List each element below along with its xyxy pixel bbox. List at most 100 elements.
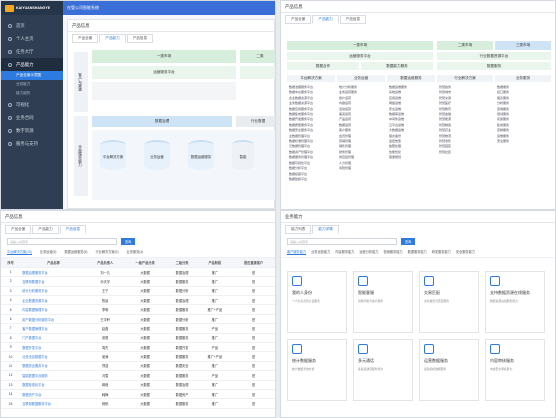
table-row[interactable]: 13 数据标准化平台 蒋峰 大数据 数据治理 推广是 [1, 380, 275, 390]
category-tab[interactable]: 客户服务能力 [287, 249, 307, 255]
table-row[interactable]: 14 数据资产平台 韩梅 大数据 数据资产 推广是 [1, 389, 275, 400]
tab-info[interactable]: 产品信息 [126, 34, 154, 43]
tab-info[interactable]: 产品信息 [339, 15, 367, 24]
category-tab[interactable]: 业务运营能力 [311, 249, 330, 255]
table-cell: 大数据 [123, 398, 167, 409]
tab-list[interactable]: 能力列表 [285, 225, 312, 234]
capability-item[interactable]: 风险管理 [339, 166, 385, 171]
product-name-link[interactable]: 企业数据资源平台 [20, 295, 87, 306]
sidebar-item-visualize[interactable]: 可视化 [1, 98, 63, 111]
table-row[interactable]: 10 业务全息数据平台 吴涛 大数据 数据服务 推广+产品是 [1, 351, 275, 362]
capability-card[interactable]: 交易匹配 交易撮合与匹配服务 [419, 271, 479, 333]
table-row[interactable]: 8 门户数据平台 张丽 大数据 数据服务 推广是 [1, 333, 275, 344]
category-tab[interactable]: 业务运营(6) [40, 249, 57, 255]
table-row[interactable]: 3 统计分析服务平台 王宁 大数据 数据分析 推广是 [1, 286, 275, 297]
column-header[interactable]: 序号 [1, 258, 21, 268]
sidebar-item-home[interactable]: 首页 [1, 19, 63, 32]
product-name-link[interactable]: 互联网数据服务平台 [20, 398, 87, 409]
capability-card[interactable]: 智能客服 智能问答与客户服务 [353, 271, 413, 333]
tab-capability[interactable]: 产品能力 [99, 34, 126, 43]
product-name-link[interactable]: 数据治理服务平台 [20, 267, 87, 278]
capability-icon [358, 344, 368, 354]
category-tab[interactable]: 内容服务能力 [335, 249, 354, 255]
sidebar-item-contracts[interactable]: 业务合同 [1, 111, 63, 124]
search-input[interactable]: 请输入关键字 [287, 238, 397, 245]
search-button[interactable]: 查询 [401, 238, 415, 245]
table-row[interactable]: 12 智能数据中台服务 冯雪 大数据 数据服务 产品是 [1, 370, 275, 381]
table-cell: 是 [232, 380, 275, 390]
column-header[interactable]: 产品负责人 [86, 258, 124, 268]
product-name-link[interactable]: 用户数据分析服务平台 [20, 314, 87, 325]
category-tab[interactable]: 平台解决方案(15) [7, 249, 32, 255]
sidebar-subitem-components[interactable]: 能力组件 [1, 89, 63, 98]
column-header[interactable]: 产品名称 [20, 258, 87, 268]
table-cell: 1 [1, 267, 21, 278]
category-tab[interactable]: 安全服务能力 [456, 249, 475, 255]
capability-item[interactable]: 智慧社区 [439, 150, 493, 155]
search-button[interactable]: 查询 [121, 238, 135, 245]
product-name-link[interactable]: 互联网数据平台 [20, 276, 87, 287]
sidebar-subitem-capability[interactable]: 业务能力 [1, 80, 63, 89]
capability-card[interactable]: 运营数据服务 运营指标数据服务 [419, 339, 479, 401]
product-name-link[interactable]: 门户数据平台 [20, 333, 87, 344]
category-tab[interactable]: 数据运维服务(5) [64, 249, 87, 255]
capability-card[interactable]: 多元通话 多渠道通话服务能力 [353, 339, 413, 401]
sidebar-item-support[interactable]: 服务与支持 [1, 137, 63, 150]
table-row[interactable]: 15 互联网数据服务平台 杨帆 大数据 数据服务 推广是 [1, 398, 275, 409]
table-row[interactable]: 9 数据开发平台 周杰 大数据 数据开发 产品是 [1, 342, 275, 353]
sidebar-item-profile[interactable]: 个人主页 [1, 32, 63, 45]
capability-item[interactable]: 容量规划 [389, 155, 435, 160]
capability-card[interactable]: 统计数据服务 统计数据查询分析 [287, 339, 347, 401]
table-cell: 数据治理 [166, 267, 198, 278]
capability-card[interactable]: 内容审核服务 内容安全审核能力 [485, 339, 545, 401]
sidebar-item-tasks[interactable]: 任务大厅 [1, 45, 63, 58]
table-row[interactable]: 7 客户数据管理平台 赵磊 大数据 数据服务 产品是 [1, 323, 275, 334]
table-row[interactable]: 6 用户数据分析服务平台 王宇轩 大数据 数据分析 推广是 [1, 314, 275, 325]
tab-info[interactable]: 产品信息 [59, 225, 87, 234]
sidebar-item-products[interactable]: 产品能力 [1, 58, 63, 71]
product-name-link[interactable]: 数据标准化平台 [20, 380, 87, 390]
table-row[interactable]: 5 内容数据管理平台 李明 大数据 数据服务 推广+产品是 [1, 304, 275, 315]
column-header[interactable]: 产品阶段 [197, 258, 233, 268]
category-tab[interactable]: 数据服务能力 [408, 249, 427, 255]
table-row[interactable]: 1 数据治理服务平台 刘一凡 大数据 数据治理 推广是 [1, 267, 275, 278]
table-row[interactable]: 4 企业数据资源平台 陈晨 大数据 数据治理 推广是 [1, 295, 275, 306]
product-name-link[interactable]: 客户数据管理平台 [20, 323, 87, 334]
product-name-link[interactable]: 数据安全服务平台 [20, 361, 87, 372]
sidebar-item-resources[interactable]: 数字资源 [1, 124, 63, 137]
product-name-link[interactable]: 数据资产平台 [20, 389, 87, 400]
capability-item[interactable]: 安全服务 [497, 139, 551, 144]
product-name-link[interactable]: 内容数据管理平台 [20, 304, 87, 315]
database-icon [8, 128, 12, 133]
sidebar-subitem-panorama[interactable]: 产品全景示意图 [1, 71, 63, 80]
tab-panorama[interactable]: 产品全景 [72, 34, 99, 43]
table-row[interactable]: 2 互联网数据平台 孙天宇 大数据 数据服务 推广是 [1, 276, 275, 287]
category-tab[interactable]: 行业解决方案(3) [95, 249, 118, 255]
table-row[interactable]: 11 数据安全服务平台 郑浩 大数据 数据安全 推广是 [1, 361, 275, 372]
column-header[interactable]: 二级分类 [166, 258, 198, 268]
product-name-link[interactable]: 数据开发平台 [20, 342, 87, 353]
capability-item[interactable]: 数据建模平台 [289, 177, 335, 182]
card-title: 运营数据服务 [424, 358, 448, 363]
category-tab[interactable]: 运营分析能力 [359, 249, 378, 255]
column-header[interactable]: 一级产品分类 [123, 258, 167, 268]
category-tab[interactable]: 业务服务(4) [127, 249, 144, 255]
table-cell: 大数据 [123, 314, 167, 325]
table-cell: 数据安全 [166, 361, 198, 372]
product-name-link[interactable]: 业务全息数据平台 [20, 351, 87, 362]
category-tab[interactable]: 研发服务能力 [432, 249, 451, 255]
table-cell: 数据服务 [166, 351, 198, 362]
tab-capability[interactable]: 产品能力 [32, 225, 59, 234]
tab-capability[interactable]: 产品能力 [312, 15, 339, 24]
column-header[interactable]: 是否直接客户 [232, 258, 275, 268]
capability-card[interactable]: 我的人身份 个人信息身份认证服务 [287, 271, 347, 333]
capability-column-5: 数据服务 接口服务 报表服务 分析服务 咨询服务 培训服务 实施服务 集成服务 定制服务 运维服务… [497, 85, 551, 144]
tab-panorama[interactable]: 产品全景 [285, 15, 312, 24]
search-input[interactable]: 请输入关键字 [7, 238, 117, 245]
tab-detail[interactable]: 能力详情 [312, 225, 339, 234]
product-name-link[interactable]: 统计分析服务平台 [20, 286, 87, 297]
product-name-link[interactable]: 智能数据中台服务 [20, 370, 87, 381]
tab-panorama[interactable]: 产品全景 [5, 225, 32, 234]
capability-card[interactable]: 支持数据资源在线服务 数据资源在线服务能力 [485, 271, 545, 333]
category-tab[interactable]: 营销服务能力 [384, 249, 403, 255]
